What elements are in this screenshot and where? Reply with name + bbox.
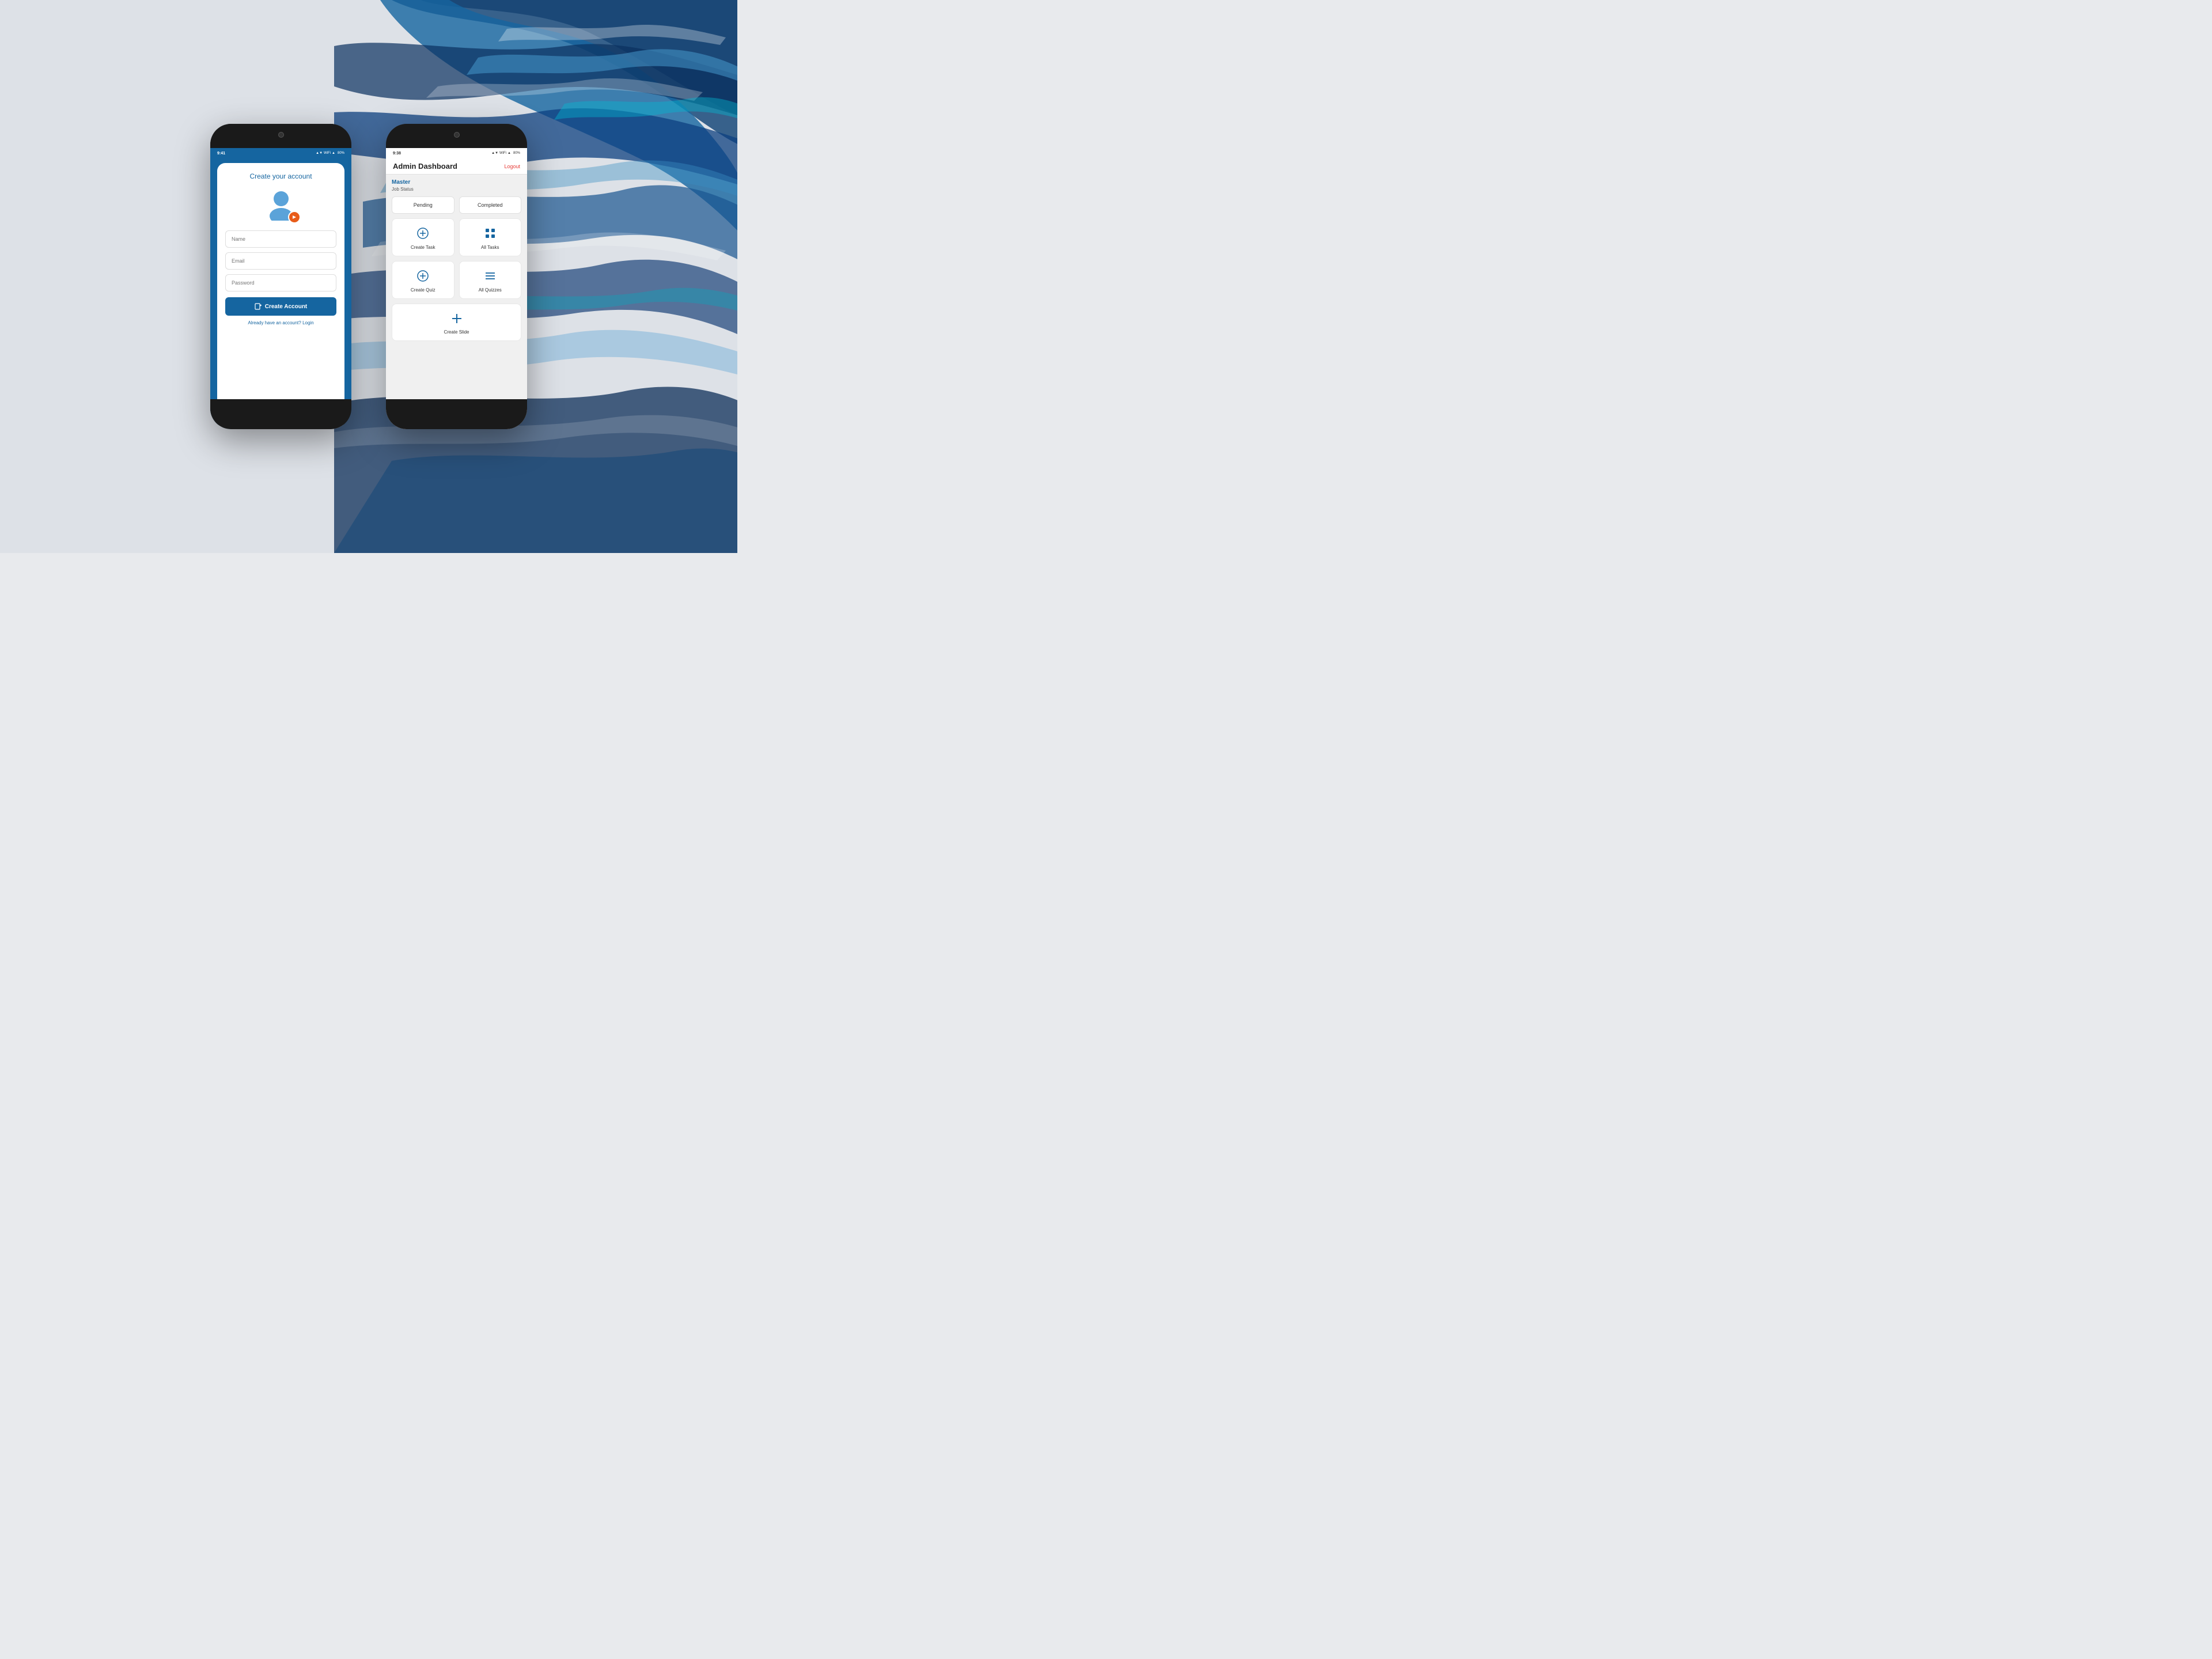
back-icon	[317, 410, 323, 418]
recents-icon-2	[414, 411, 421, 418]
camera-notch-2	[454, 132, 460, 138]
register-card: Create your account	[217, 163, 344, 429]
password-input[interactable]	[225, 274, 336, 291]
time-display: 9:41	[217, 151, 225, 156]
avatar-container	[264, 186, 298, 224]
job-status-label: Job Status	[392, 187, 521, 192]
back-nav-button-2[interactable]	[491, 410, 501, 419]
create-quiz-card[interactable]: Create Quiz	[392, 261, 454, 299]
home-icon-2	[453, 411, 460, 418]
logout-button[interactable]: Logout	[504, 164, 520, 169]
all-quizzes-card[interactable]: All Quizzes	[459, 261, 522, 299]
status-icons-2: ▲▼ WiFi ▲ 80%	[491, 151, 520, 155]
name-input[interactable]	[225, 230, 336, 248]
phone-1: 9:41 ▲▼ WiFi ▲ 80% Create your account	[210, 124, 351, 429]
camera-notch	[278, 132, 284, 138]
recents-nav-button[interactable]	[237, 410, 246, 419]
home-icon	[277, 411, 285, 418]
time-display-2: 9:38	[393, 151, 401, 156]
create-task-icon	[416, 227, 429, 241]
status-row: Pending Completed	[392, 196, 521, 214]
home-nav-button[interactable]	[276, 410, 285, 419]
pending-button[interactable]: Pending	[392, 196, 454, 214]
recents-icon	[238, 411, 245, 418]
create-task-label: Create Task	[411, 245, 435, 250]
create-quiz-label: Create Quiz	[411, 287, 435, 293]
status-icons: ▲▼ WiFi ▲ 80%	[316, 151, 344, 155]
create-quiz-icon	[416, 270, 429, 284]
all-tasks-label: All Tasks	[481, 245, 499, 250]
status-bar-phone2: 9:38 ▲▼ WiFi ▲ 80%	[386, 148, 527, 158]
all-tasks-icon	[484, 227, 497, 241]
create-slide-icon	[450, 312, 463, 327]
phone-2: 9:38 ▲▼ WiFi ▲ 80% Admin Dashboard Logou…	[386, 124, 527, 429]
home-nav-button-2[interactable]	[452, 410, 461, 419]
all-quizzes-label: All Quizzes	[479, 287, 502, 293]
dashboard-title: Admin Dashboard	[393, 162, 457, 171]
login-link[interactable]: Already have an account? Login	[248, 320, 313, 325]
avatar-edit-button[interactable]	[288, 211, 301, 224]
all-quizzes-icon	[484, 270, 497, 284]
dashboard-header: Admin Dashboard Logout	[386, 158, 527, 175]
status-bar-phone1: 9:41 ▲▼ WiFi ▲ 80%	[210, 148, 351, 158]
bottom-nav-phone1	[210, 399, 351, 429]
create-account-button[interactable]: Create Account	[225, 297, 336, 316]
create-slide-card[interactable]: Create Slide	[392, 304, 521, 341]
action-grid: Create Task All Tasks	[392, 218, 521, 299]
all-tasks-card[interactable]: All Tasks	[459, 218, 522, 256]
completed-button[interactable]: Completed	[459, 196, 522, 214]
back-nav-button[interactable]	[316, 410, 325, 419]
phone2-screen: Admin Dashboard Logout Master Job Status…	[386, 158, 527, 429]
register-title: Create your account	[249, 172, 312, 180]
login-icon	[255, 303, 262, 310]
create-slide-label: Create Slide	[444, 329, 469, 335]
bottom-nav-phone2	[386, 399, 527, 429]
arrow-right-icon	[291, 214, 297, 220]
phones-container: 9:41 ▲▼ WiFi ▲ 80% Create your account	[210, 124, 527, 429]
phone1-screen: Create your account	[210, 158, 351, 429]
master-label: Master	[392, 179, 521, 185]
email-input[interactable]	[225, 252, 336, 270]
create-task-card[interactable]: Create Task	[392, 218, 454, 256]
recents-nav-button-2[interactable]	[412, 410, 422, 419]
dashboard-content: Master Job Status Pending Completed	[386, 175, 527, 429]
back-icon-2	[493, 410, 499, 418]
